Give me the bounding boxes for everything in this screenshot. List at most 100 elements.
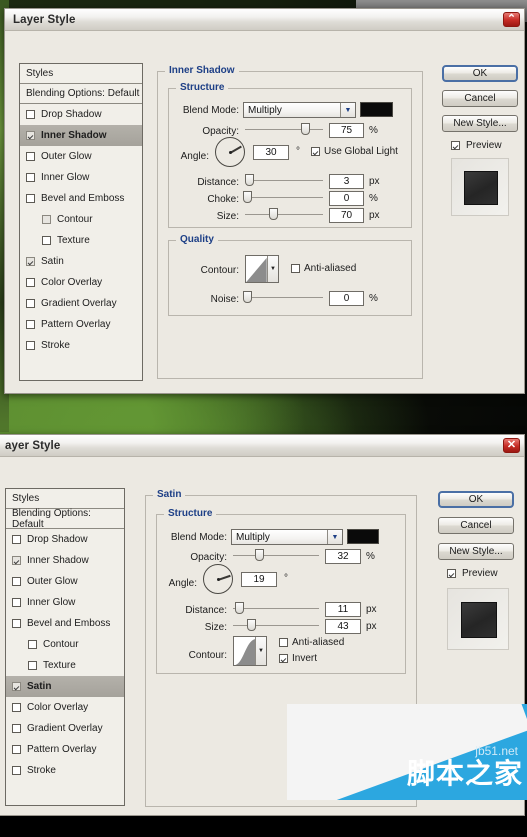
style-item-contour[interactable]: Contour — [20, 209, 142, 230]
style-item-gradient-overlay[interactable]: Gradient Overlay — [6, 718, 124, 739]
size-input[interactable]: 43 — [325, 619, 361, 634]
angle-input[interactable]: 30 — [253, 145, 289, 160]
ok-button[interactable]: OK — [438, 491, 514, 508]
checkbox-inner-glow[interactable] — [26, 173, 35, 182]
invert-checkbox[interactable]: Invert — [279, 653, 317, 664]
choke-slider[interactable] — [243, 191, 323, 203]
shadow-color-swatch[interactable] — [360, 102, 393, 117]
preview-checkbox[interactable]: Preview — [451, 140, 502, 151]
style-item-color-overlay[interactable]: Color Overlay — [6, 697, 124, 718]
slider-thumb[interactable] — [247, 619, 256, 631]
style-item-drop-shadow[interactable]: Drop Shadow — [6, 529, 124, 550]
style-item-bevel-and-emboss[interactable]: Bevel and Emboss — [20, 188, 142, 209]
size-slider[interactable] — [233, 619, 319, 631]
styles-list-panel[interactable]: Styles Blending Options: Default Drop Sh… — [19, 63, 143, 381]
blending-options-row[interactable]: Blending Options: Default — [20, 84, 142, 104]
checkbox-color-overlay[interactable] — [12, 703, 21, 712]
style-item-pattern-overlay[interactable]: Pattern Overlay — [6, 739, 124, 760]
style-item-texture[interactable]: Texture — [6, 655, 124, 676]
checkbox-drop-shadow[interactable] — [12, 535, 21, 544]
style-item-drop-shadow[interactable]: Drop Shadow — [20, 104, 142, 125]
style-item-inner-glow[interactable]: Inner Glow — [20, 167, 142, 188]
opacity-slider[interactable] — [245, 123, 323, 135]
choke-input[interactable]: 0 — [329, 191, 364, 206]
opacity-input[interactable]: 32 — [325, 549, 361, 564]
chevron-down-icon[interactable]: ▼ — [340, 103, 355, 117]
style-item-texture[interactable]: Texture — [20, 230, 142, 251]
chevron-down-icon[interactable]: ▼ — [255, 637, 266, 665]
checkbox-satin[interactable] — [12, 682, 21, 691]
opacity-slider[interactable] — [233, 549, 319, 561]
blending-options-row[interactable]: Blending Options: Default — [6, 508, 124, 530]
checkbox-inner-shadow[interactable] — [26, 131, 35, 140]
close-icon[interactable]: ✕ — [503, 438, 520, 453]
size-slider[interactable] — [245, 208, 323, 220]
dialog-titlebar[interactable]: ayer Style ✕ — [0, 435, 524, 457]
noise-slider[interactable] — [243, 291, 323, 303]
slider-thumb[interactable] — [243, 291, 252, 303]
style-item-satin[interactable]: Satin — [6, 676, 124, 697]
preview-checkbox[interactable]: Preview — [447, 568, 498, 579]
checkbox-contour[interactable] — [42, 215, 51, 224]
checkbox-inner-shadow[interactable] — [12, 556, 21, 565]
new-style-button[interactable]: New Style... — [438, 543, 514, 560]
contour-preview[interactable]: ▼ — [233, 636, 267, 666]
checkbox-bevel-and-emboss[interactable] — [12, 619, 21, 628]
angle-dial[interactable] — [203, 564, 233, 594]
blend-mode-select[interactable]: Multiply ▼ — [243, 102, 356, 118]
contour-preview[interactable]: ▼ — [245, 255, 279, 283]
checkbox-texture[interactable] — [28, 661, 37, 670]
checkbox-stroke[interactable] — [26, 341, 35, 350]
chevron-down-icon[interactable]: ▼ — [267, 256, 278, 282]
checkbox-pattern-overlay[interactable] — [12, 745, 21, 754]
style-item-color-overlay[interactable]: Color Overlay — [20, 272, 142, 293]
checkbox-bevel-and-emboss[interactable] — [26, 194, 35, 203]
satin-color-swatch[interactable] — [347, 529, 379, 544]
distance-input[interactable]: 3 — [329, 174, 364, 189]
close-icon[interactable]: ⌃ — [503, 12, 520, 27]
distance-input[interactable]: 11 — [325, 602, 361, 617]
distance-slider[interactable] — [233, 602, 319, 614]
checkbox-pattern-overlay[interactable] — [26, 320, 35, 329]
distance-slider[interactable] — [245, 174, 323, 186]
slider-thumb[interactable] — [235, 602, 244, 614]
style-item-inner-shadow[interactable]: Inner Shadow — [20, 125, 142, 146]
cancel-button[interactable]: Cancel — [438, 517, 514, 534]
style-item-bevel-and-emboss[interactable]: Bevel and Emboss — [6, 613, 124, 634]
checkbox-texture[interactable] — [42, 236, 51, 245]
checkbox-preview[interactable] — [451, 141, 460, 150]
checkbox-color-overlay[interactable] — [26, 278, 35, 287]
slider-thumb[interactable] — [243, 191, 252, 203]
cancel-button[interactable]: Cancel — [442, 90, 518, 107]
style-item-outer-glow[interactable]: Outer Glow — [6, 571, 124, 592]
checkbox-anti-aliased[interactable] — [279, 638, 288, 647]
style-item-inner-shadow[interactable]: Inner Shadow — [6, 550, 124, 571]
ok-button[interactable]: OK — [442, 65, 518, 82]
checkbox-inner-glow[interactable] — [12, 598, 21, 607]
slider-thumb[interactable] — [269, 208, 278, 220]
checkbox-drop-shadow[interactable] — [26, 110, 35, 119]
chevron-down-icon[interactable]: ▼ — [327, 530, 342, 544]
checkbox-use-global-light[interactable] — [311, 147, 320, 156]
use-global-light-checkbox[interactable]: Use Global Light — [311, 146, 398, 157]
checkbox-gradient-overlay[interactable] — [26, 299, 35, 308]
style-item-stroke[interactable]: Stroke — [6, 760, 124, 781]
checkbox-outer-glow[interactable] — [26, 152, 35, 161]
style-item-satin[interactable]: Satin — [20, 251, 142, 272]
layer-style-dialog-satin[interactable]: ayer Style ✕ Styles Blending Options: De… — [0, 434, 525, 816]
style-item-stroke[interactable]: Stroke — [20, 335, 142, 356]
angle-input[interactable]: 19 — [241, 572, 277, 587]
styles-list-panel[interactable]: Styles Blending Options: Default Drop Sh… — [5, 488, 125, 806]
layer-style-dialog-inner-shadow[interactable]: Layer Style ⌃ Styles Blending Options: D… — [4, 8, 525, 394]
angle-dial[interactable] — [215, 137, 245, 167]
style-item-inner-glow[interactable]: Inner Glow — [6, 592, 124, 613]
noise-input[interactable]: 0 — [329, 291, 364, 306]
checkbox-preview[interactable] — [447, 569, 456, 578]
slider-thumb[interactable] — [301, 123, 310, 135]
style-item-pattern-overlay[interactable]: Pattern Overlay — [20, 314, 142, 335]
checkbox-invert[interactable] — [279, 654, 288, 663]
anti-aliased-checkbox[interactable]: Anti-aliased — [291, 263, 356, 274]
slider-thumb[interactable] — [245, 174, 254, 186]
style-item-outer-glow[interactable]: Outer Glow — [20, 146, 142, 167]
opacity-input[interactable]: 75 — [329, 123, 364, 138]
